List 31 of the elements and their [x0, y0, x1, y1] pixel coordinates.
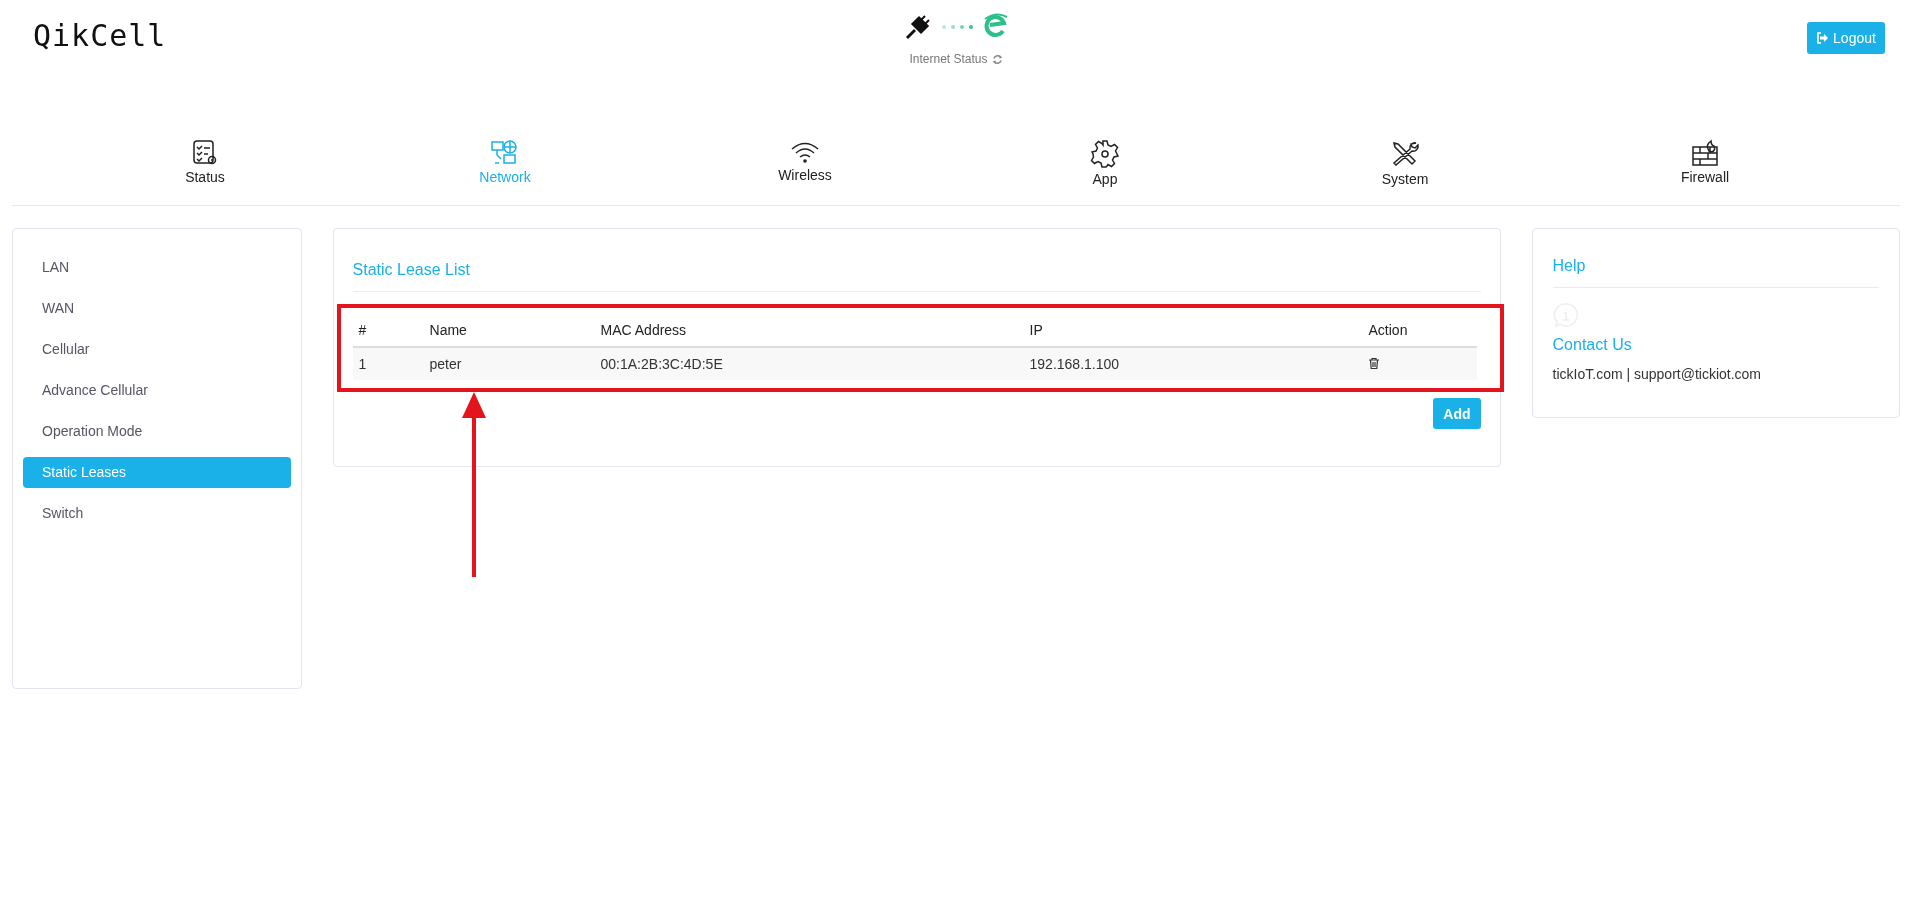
nav-tab[interactable]: System — [1381, 139, 1429, 187]
nav-tab[interactable]: Wireless — [778, 139, 832, 187]
table-cell: 1 — [352, 347, 424, 380]
connection-dots-icon — [941, 24, 975, 30]
firewall-icon — [1690, 139, 1720, 167]
refresh-icon[interactable] — [991, 53, 1003, 65]
table-cell: 00:1A:2B:3C:4D:5E — [594, 347, 1024, 380]
tools-icon — [1390, 139, 1420, 169]
network-computers-icon — [490, 139, 520, 167]
sidebar-item[interactable]: Advance Cellular — [23, 375, 291, 406]
logout-icon — [1816, 32, 1830, 44]
logo: QikCell — [33, 18, 167, 53]
gear-icon — [1090, 139, 1120, 169]
sidebar-item[interactable]: Operation Mode — [23, 416, 291, 447]
sidebar-item[interactable]: WAN — [23, 293, 291, 324]
sidebar-item[interactable]: Cellular — [23, 334, 291, 365]
contact-text: tickIoT.com | support@tickiot.com — [1552, 366, 1763, 382]
table-cell: peter — [423, 347, 595, 380]
help-title: Help — [1552, 257, 1879, 288]
nav-tab[interactable]: App — [1090, 139, 1120, 187]
contact-title: Contact Us — [1552, 336, 1633, 354]
internet-status-label: Internet Status — [909, 52, 988, 66]
nav-tab[interactable]: Firewall — [1680, 139, 1730, 187]
nav-tab[interactable]: Status — [185, 139, 225, 187]
card-title: Static Lease List — [352, 261, 470, 280]
sidebar-item[interactable]: LAN — [23, 252, 291, 283]
table-cell: 192.168.1.100 — [1023, 347, 1363, 380]
trash-icon[interactable] — [1368, 358, 1379, 369]
ethernet-plug-icon — [903, 12, 933, 42]
sidebar-item[interactable]: Switch — [23, 498, 291, 529]
checklist-gear-icon — [191, 139, 219, 167]
